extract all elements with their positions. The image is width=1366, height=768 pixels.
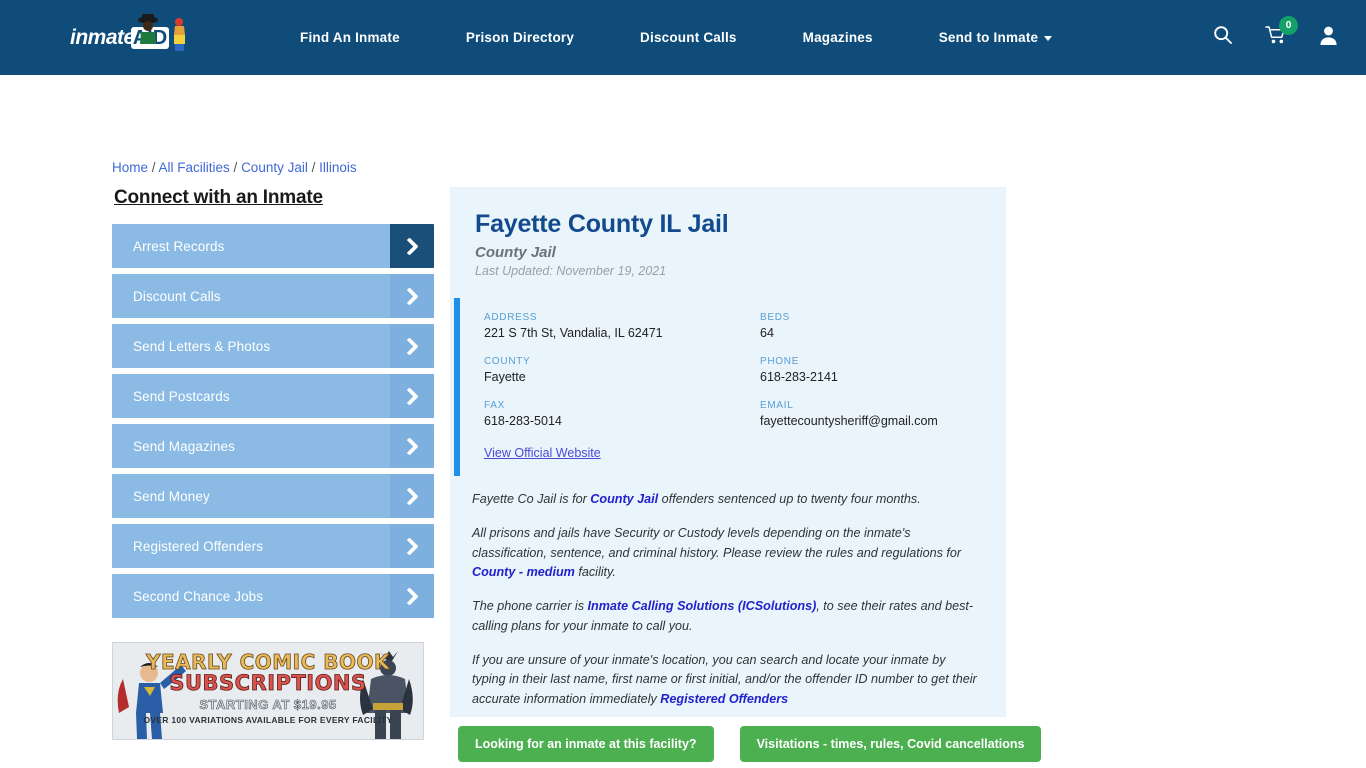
nav-magazines[interactable]: Magazines	[770, 30, 906, 45]
sidebar-item-second-chance-jobs[interactable]: Second Chance Jobs	[112, 574, 434, 618]
sidebar-item-discount-calls[interactable]: Discount Calls	[112, 274, 434, 318]
breadcrumb: Home / All Facilities / County Jail / Il…	[112, 160, 357, 175]
field-beds: BEDS 64	[760, 312, 1006, 340]
comic-book-ad-banner[interactable]: YEARLY COMIC BOOK SUBSCRIPTIONS STARTING…	[112, 642, 424, 740]
chevron-right-icon	[390, 224, 434, 268]
nav-label: Magazines	[802, 30, 873, 45]
ad-headline-2: SUBSCRIPTIONS	[169, 671, 367, 696]
facility-card: Fayette County IL Jail County Jail Last …	[450, 187, 1006, 717]
field-value: Fayette	[484, 370, 526, 384]
breadcrumb-county-jail[interactable]: County Jail	[241, 160, 308, 175]
user-icon[interactable]	[1319, 25, 1338, 50]
view-official-website-link[interactable]: View Official Website	[484, 446, 601, 460]
ad-price-text: STARTING AT $19.95	[199, 697, 337, 713]
cart-count-badge: 0	[1279, 16, 1298, 35]
field-email: EMAIL fayettecountysheriff@gmail.com	[760, 400, 1006, 428]
county-jail-link[interactable]: County Jail	[590, 492, 658, 506]
sidebar-item-send-money[interactable]: Send Money	[112, 474, 434, 518]
field-label: COUNTY	[484, 356, 531, 367]
chevron-right-icon	[390, 474, 434, 518]
ad-subtext: OVER 100 VARIATIONS AVAILABLE FOR EVERY …	[143, 715, 393, 725]
text-run: Fayette Co Jail is for	[472, 492, 591, 506]
chevron-down-icon	[1044, 36, 1053, 41]
sidebar: Connect with an Inmate Arrest Records Di…	[112, 187, 434, 624]
action-button-row: Looking for an inmate at this facility? …	[458, 726, 1042, 762]
field-county: COUNTY Fayette	[484, 356, 760, 384]
county-medium-link[interactable]: County - medium	[472, 565, 575, 579]
paragraph-4: If you are unsure of your inmate's locat…	[472, 651, 982, 710]
nav-send-to-inmate[interactable]: Send to Inmate	[906, 30, 1086, 45]
sidebar-item-arrest-records[interactable]: Arrest Records	[112, 224, 434, 268]
sidebar-item-label: Arrest Records	[133, 238, 225, 254]
logo-characters-icon	[138, 13, 185, 51]
phone-carrier-link[interactable]: Inmate Calling Solutions (ICSolutions)	[588, 599, 817, 613]
field-value: fayettecountysheriff@gmail.com	[760, 414, 938, 428]
nav-label: Prison Directory	[465, 30, 575, 45]
field-fax: FAX 618-283-5014	[484, 400, 760, 428]
field-label: PHONE	[760, 356, 800, 367]
field-label: FAX	[484, 400, 505, 411]
nav-discount-calls[interactable]: Discount Calls	[607, 30, 770, 45]
text-run: facility.	[574, 565, 616, 580]
nav-label: Find An Inmate	[300, 30, 400, 45]
nav-label: Send to Inmate	[938, 30, 1039, 45]
header-icon-group: 0	[1213, 0, 1338, 75]
paragraph-1: Fayette Co Jail is for County Jail offen…	[472, 490, 982, 510]
sidebar-item-label: Second Chance Jobs	[133, 588, 264, 604]
chevron-right-icon	[390, 424, 434, 468]
field-label: ADDRESS	[484, 312, 538, 323]
text-run: The phone carrier is	[472, 599, 588, 614]
last-updated-text: Last Updated: November 19, 2021	[475, 264, 667, 278]
search-icon[interactable]	[1213, 25, 1233, 50]
main-navigation: Find An Inmate Prison Directory Discount…	[267, 30, 1085, 45]
breadcrumb-separator: /	[148, 160, 159, 175]
sidebar-item-send-letters-photos[interactable]: Send Letters & Photos	[112, 324, 434, 368]
field-value: 221 S 7th St, Vandalia, IL 62471	[484, 326, 663, 340]
chevron-right-icon	[390, 374, 434, 418]
facility-description: Fayette Co Jail is for County Jail offen…	[450, 476, 1006, 710]
field-phone: PHONE 618-283-2141	[760, 356, 1006, 384]
chevron-right-icon	[390, 574, 434, 618]
sidebar-item-send-postcards[interactable]: Send Postcards	[112, 374, 434, 418]
text-run: offenders sentenced up to twenty four mo…	[658, 492, 921, 506]
field-label: BEDS	[760, 312, 791, 323]
paragraph-2: All prisons and jails have Security or C…	[472, 524, 982, 583]
sidebar-item-label: Send Money	[133, 488, 210, 504]
site-header: inmateAID Find An Inmate Prison Director…	[0, 0, 1366, 75]
page-title: Fayette County IL Jail	[475, 210, 729, 238]
sidebar-item-label: Send Postcards	[133, 388, 230, 404]
sidebar-item-send-magazines[interactable]: Send Magazines	[112, 424, 434, 468]
breadcrumb-separator: /	[229, 160, 242, 175]
sidebar-item-label: Registered Offenders	[133, 538, 264, 554]
chevron-right-icon	[390, 324, 434, 368]
chevron-right-icon	[390, 274, 434, 318]
nav-label: Discount Calls	[640, 30, 737, 45]
nav-prison-directory[interactable]: Prison Directory	[433, 30, 607, 45]
text-run: All prisons and jails have Security or C…	[472, 525, 962, 560]
breadcrumb-illinois[interactable]: Illinois	[319, 160, 357, 175]
field-value: 618-283-5014	[484, 414, 562, 428]
breadcrumb-separator: /	[307, 160, 320, 175]
field-value: 618-283-2141	[760, 370, 838, 384]
sidebar-item-label: Send Magazines	[133, 438, 235, 454]
field-address: ADDRESS 221 S 7th St, Vandalia, IL 62471	[484, 312, 760, 340]
sidebar-title: Connect with an Inmate	[114, 187, 323, 208]
registered-offenders-link[interactable]: Registered Offenders	[660, 692, 788, 706]
visitation-info-button[interactable]: Visitations - times, rules, Covid cancel…	[739, 726, 1042, 762]
inmateaid-logo[interactable]: inmateAID	[70, 13, 195, 59]
chevron-right-icon	[390, 524, 434, 568]
facility-type-subtitle: County Jail	[475, 244, 556, 261]
breadcrumb-home[interactable]: Home	[112, 160, 148, 175]
field-label: EMAIL	[760, 400, 794, 411]
sidebar-item-label: Send Letters & Photos	[133, 338, 271, 354]
inmate-search-button[interactable]: Looking for an inmate at this facility?	[458, 726, 714, 762]
sidebar-item-registered-offenders[interactable]: Registered Offenders	[112, 524, 434, 568]
cart-icon[interactable]: 0	[1265, 16, 1298, 50]
breadcrumb-all-facilities[interactable]: All Facilities	[159, 160, 230, 175]
field-value: 64	[760, 326, 774, 340]
sidebar-item-label: Discount Calls	[133, 288, 221, 304]
facility-info-block: ADDRESS 221 S 7th St, Vandalia, IL 62471…	[454, 298, 1006, 476]
paragraph-3: The phone carrier is Inmate Calling Solu…	[472, 597, 982, 637]
nav-find-an-inmate[interactable]: Find An Inmate	[267, 30, 433, 45]
